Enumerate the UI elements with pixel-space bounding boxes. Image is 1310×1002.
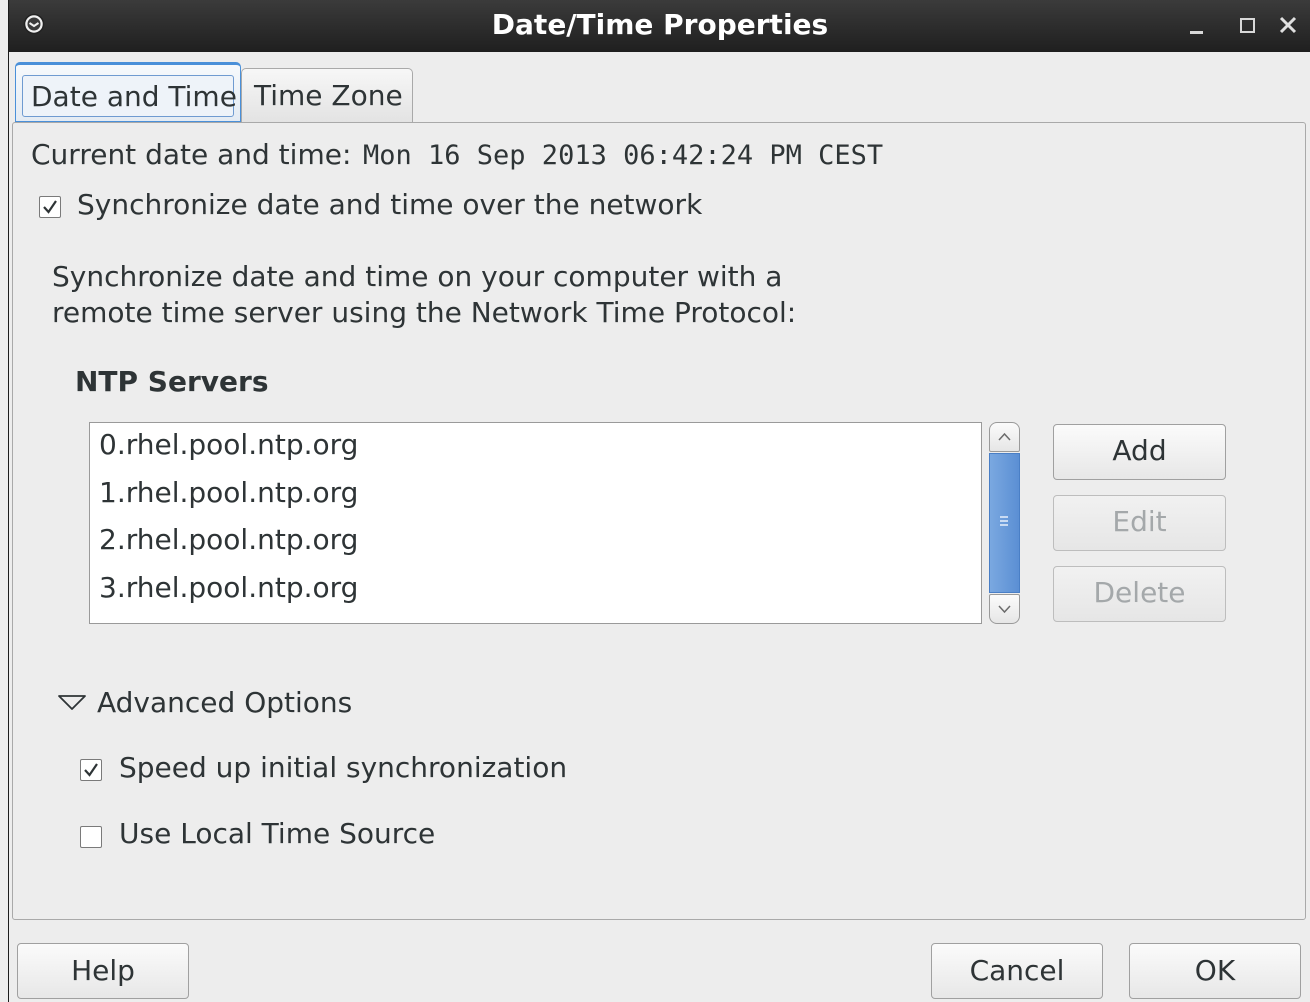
checkmark-icon [84, 763, 98, 777]
checkmark-icon [43, 200, 57, 214]
ntp-list-scrollbar[interactable] [989, 422, 1020, 624]
expander-open-icon[interactable] [57, 693, 87, 717]
ntp-server-list[interactable]: 0.rhel.pool.ntp.org 1.rhel.pool.ntp.org … [89, 422, 982, 624]
window-title: Date/Time Properties [491, 8, 829, 41]
tab-date-and-time-label: Date and Time [22, 75, 237, 117]
scroll-grip-icon [1000, 516, 1008, 526]
list-item[interactable]: 2.rhel.pool.ntp.org [99, 523, 358, 556]
advanced-options-expander[interactable]: Advanced Options [97, 686, 352, 719]
current-datetime-label: Current date and time: [31, 138, 352, 171]
sync-description-line2: remote time server using the Network Tim… [52, 296, 797, 329]
local-time-source-label[interactable]: Use Local Time Source [119, 817, 435, 850]
speed-up-sync-label[interactable]: Speed up initial synchronization [119, 751, 567, 784]
speed-up-sync-checkbox[interactable] [80, 759, 102, 781]
scroll-up-icon[interactable] [989, 422, 1020, 452]
sync-description-line1: Synchronize date and time on your comput… [52, 260, 783, 293]
title-bar[interactable]: Date/Time Properties [9, 0, 1310, 52]
tab-time-zone[interactable]: Time Zone [241, 68, 413, 122]
edit-server-button[interactable]: Edit [1053, 495, 1226, 551]
scroll-down-icon[interactable] [989, 594, 1020, 624]
sync-network-checkbox[interactable] [39, 196, 61, 218]
list-item[interactable]: 1.rhel.pool.ntp.org [99, 476, 358, 509]
delete-server-button[interactable]: Delete [1053, 566, 1226, 622]
local-time-source-checkbox[interactable] [80, 826, 102, 848]
tab-date-and-time[interactable]: Date and Time [15, 62, 241, 122]
cancel-button[interactable]: Cancel [931, 943, 1103, 999]
list-item[interactable]: 0.rhel.pool.ntp.org [99, 428, 358, 461]
list-item[interactable]: 3.rhel.pool.ntp.org [99, 571, 358, 604]
close-icon[interactable] [1274, 10, 1302, 40]
ok-button[interactable]: OK [1129, 943, 1301, 999]
current-datetime-value: Mon 16 Sep 2013 06:42:24 PM CEST [363, 140, 884, 171]
minimize-icon[interactable] [1183, 10, 1211, 40]
ntp-servers-heading: NTP Servers [75, 365, 269, 398]
maximize-icon[interactable] [1233, 10, 1261, 40]
sync-network-label[interactable]: Synchronize date and time over the netwo… [77, 188, 702, 221]
scrollbar-thumb[interactable] [989, 453, 1020, 593]
help-button[interactable]: Help [17, 943, 189, 999]
add-server-button[interactable]: Add [1053, 424, 1226, 480]
datetime-properties-window: Date/Time Properties Date and Time Time … [8, 0, 1310, 1002]
